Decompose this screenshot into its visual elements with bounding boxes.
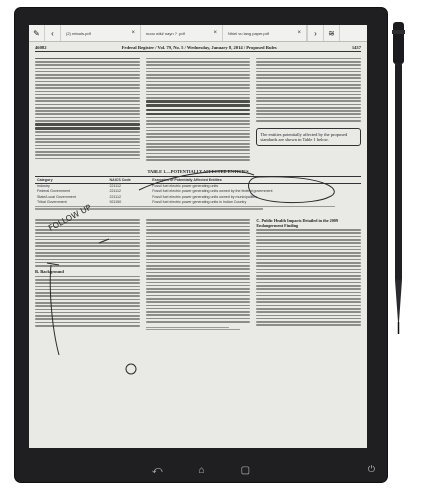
hardware-nav-bar: ⤺ ⌂ ▢ xyxy=(15,458,387,482)
back-icon[interactable]: ⤺ xyxy=(152,465,163,476)
e-ink-screen: ✎ ‹ (2) retouls.pdf × nuou wiki/ nayn ? … xyxy=(29,25,367,448)
stylus xyxy=(392,22,405,334)
square-icon[interactable]: ▢ xyxy=(241,465,250,476)
ink-annotations xyxy=(46,170,335,375)
power-icon[interactable]: ⏻ xyxy=(368,464,375,475)
home-icon[interactable]: ⌂ xyxy=(199,465,205,476)
